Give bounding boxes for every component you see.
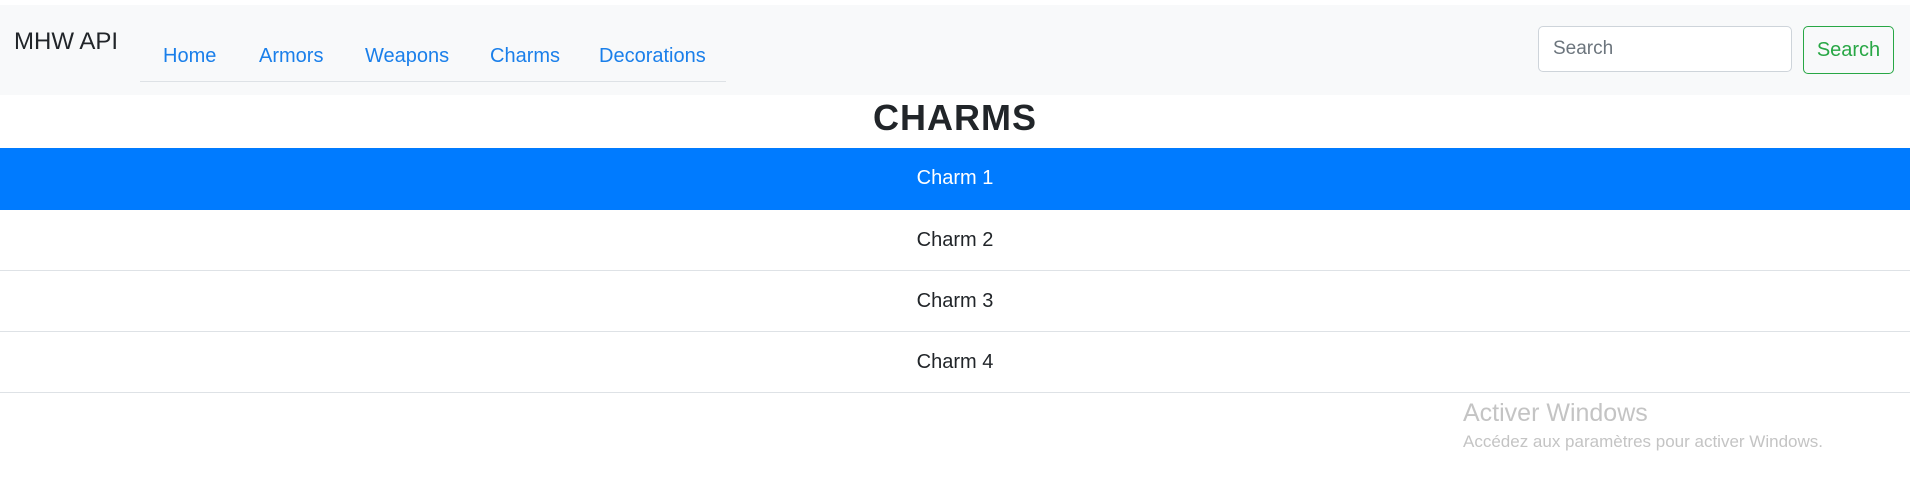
- nav-menu: Home Armors Weapons Charms Decorations: [140, 31, 726, 82]
- watermark-title: Activer Windows: [1463, 399, 1648, 427]
- nav-link-armors[interactable]: Armors: [259, 43, 323, 69]
- windows-activation-watermark: Activer Windows Accédez aux paramètres p…: [1463, 398, 1823, 454]
- nav-link-home[interactable]: Home: [163, 43, 216, 69]
- list-item-charm-3[interactable]: Charm 3: [0, 271, 1910, 332]
- list-item-charm-1[interactable]: Charm 1: [0, 148, 1910, 210]
- charm-list: Charm 1 Charm 2 Charm 3 Charm 4: [0, 148, 1910, 393]
- nav-link-decorations[interactable]: Decorations: [599, 43, 706, 69]
- list-item-charm-2[interactable]: Charm 2: [0, 210, 1910, 271]
- search-input[interactable]: [1538, 26, 1792, 72]
- page-title: CHARMS: [873, 97, 1037, 138]
- navbar: MHW API Home Armors Weapons Charms Decor…: [0, 5, 1910, 95]
- brand-logo[interactable]: MHW API: [14, 27, 118, 57]
- watermark-subtitle: Accédez aux paramètres pour activer Wind…: [1463, 432, 1823, 451]
- search-button[interactable]: Search: [1803, 26, 1894, 74]
- nav-link-weapons[interactable]: Weapons: [365, 43, 449, 69]
- nav-link-charms[interactable]: Charms: [490, 43, 560, 69]
- list-item-charm-4[interactable]: Charm 4: [0, 332, 1910, 393]
